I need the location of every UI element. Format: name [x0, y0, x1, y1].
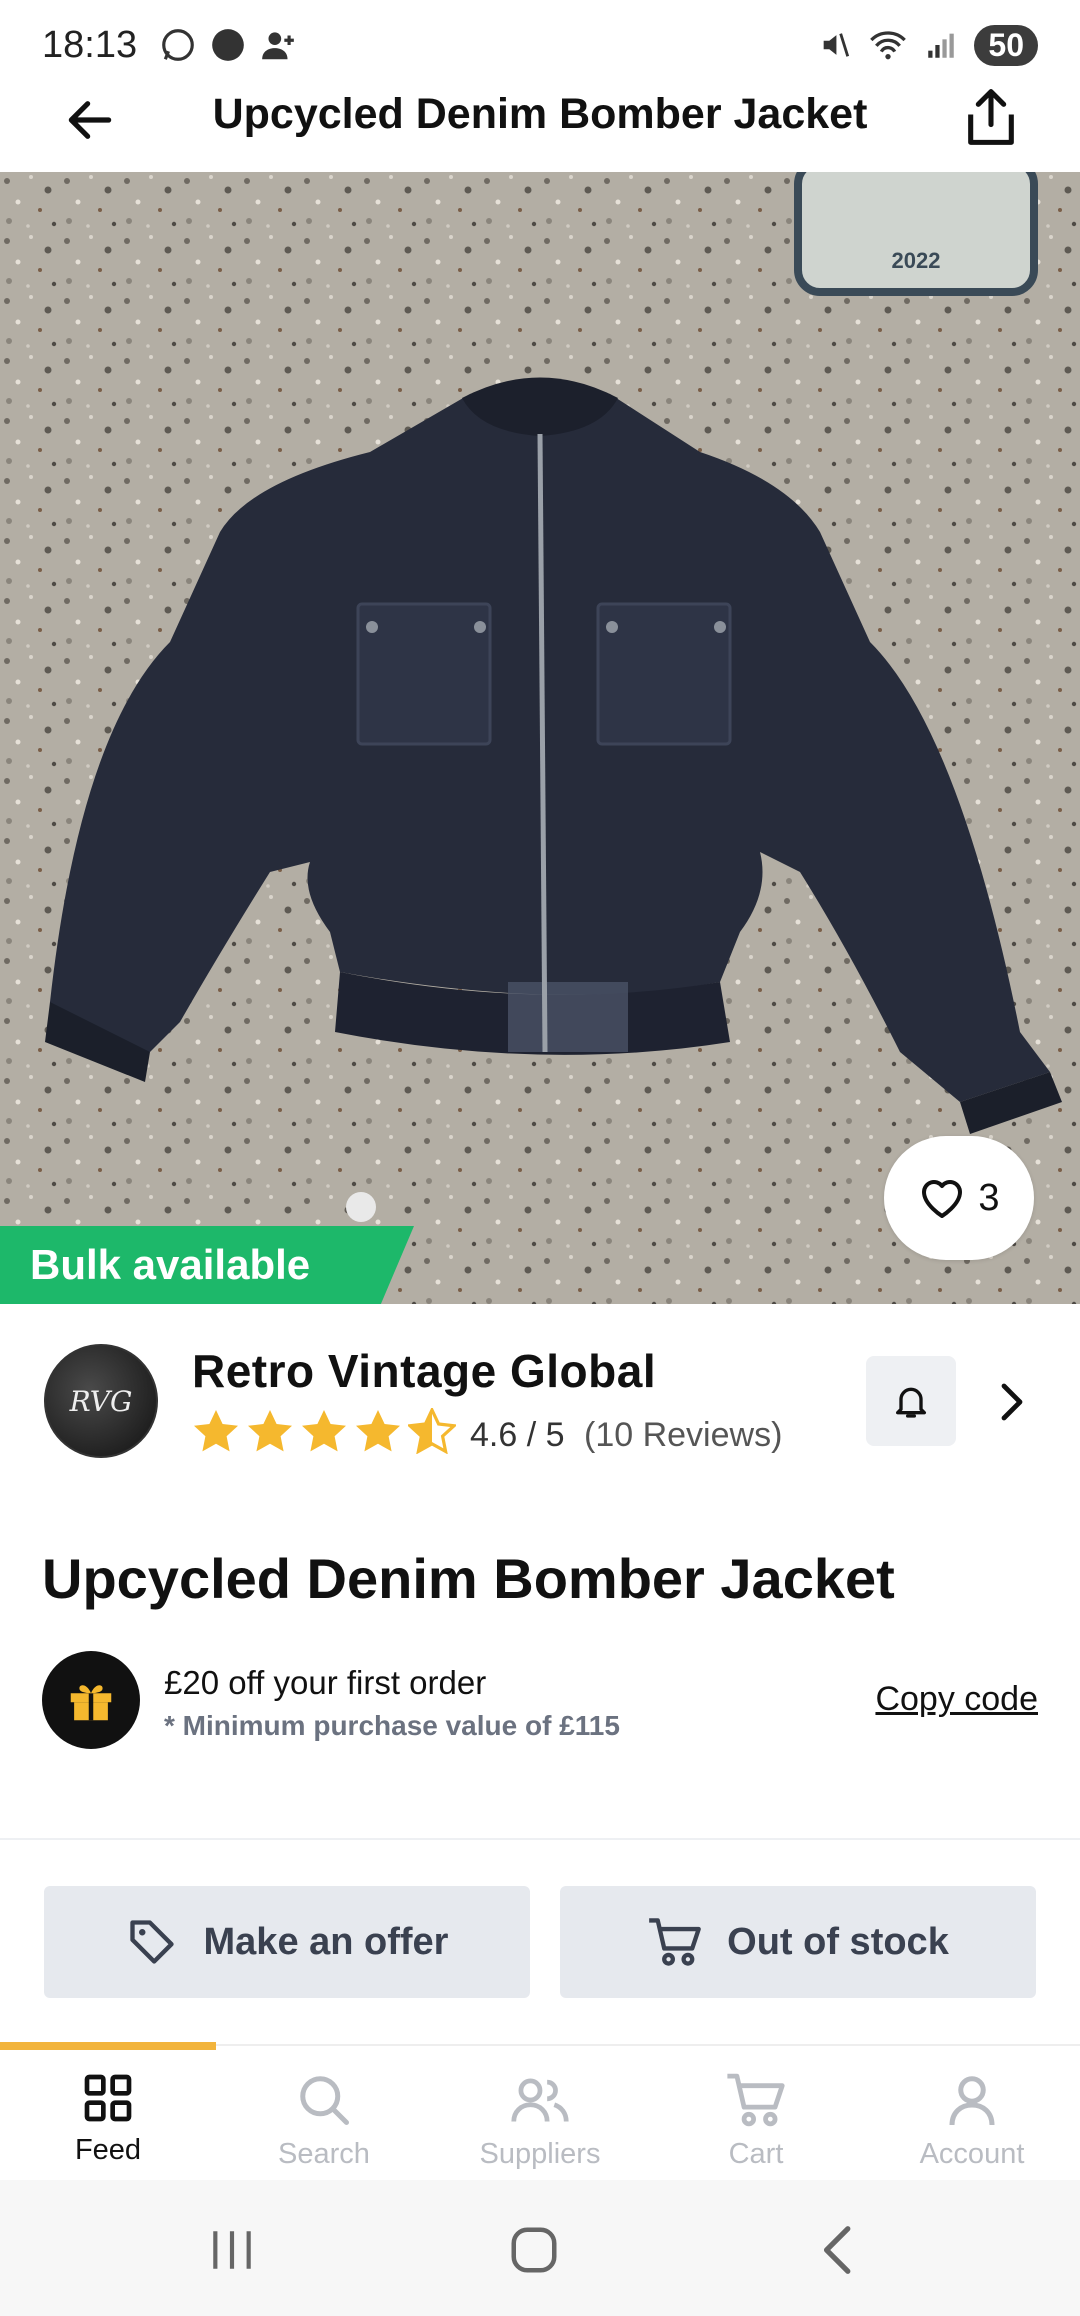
star-full-icon — [356, 1410, 400, 1452]
share-button[interactable] — [948, 74, 1034, 160]
home-button[interactable] — [504, 2220, 564, 2280]
recent-apps-icon — [213, 2231, 251, 2269]
status-right-icons: 50 — [818, 24, 1038, 66]
app-header: Upcycled Denim Bomber Jacket — [0, 70, 1080, 172]
grid-icon — [84, 2074, 132, 2122]
make-offer-button[interactable]: Make an offer — [44, 1886, 530, 1998]
supplier-avatar[interactable]: RVG — [44, 1344, 158, 1458]
like-button[interactable]: 3 — [884, 1136, 1034, 1260]
bulk-available-label: Bulk available — [30, 1241, 311, 1288]
star-full-icon — [248, 1410, 292, 1452]
svg-text:2022: 2022 — [892, 248, 941, 273]
promo-title: £20 off your first order — [164, 1664, 487, 1701]
cart-icon — [727, 2073, 785, 2127]
reviews-count[interactable]: (10 Reviews) — [584, 1416, 782, 1455]
nav-label-suppliers: Suppliers — [479, 2138, 601, 2170]
jacket-photo: 2022 — [0, 172, 1080, 1304]
copy-code-link[interactable]: Copy code — [875, 1680, 1038, 1719]
out-of-stock-button[interactable]: Out of stock — [560, 1886, 1036, 1998]
star-full-icon — [302, 1410, 346, 1452]
battery-indicator: 50 — [974, 24, 1038, 66]
users-icon — [511, 2078, 569, 2122]
supplier-details-button[interactable] — [990, 1376, 1034, 1428]
page-title: Upcycled Denim Bomber Jacket — [212, 90, 868, 138]
signal-icon — [928, 33, 955, 58]
star-full-icon — [194, 1410, 238, 1452]
rating-stars — [192, 1408, 456, 1454]
bulk-available-banner: Bulk available — [0, 1226, 414, 1304]
gift-icon-badge — [42, 1651, 140, 1749]
nav-item-search[interactable]: Search — [216, 2050, 432, 2180]
chevron-left-icon — [823, 2226, 851, 2274]
supplier-row[interactable]: RVG Retro Vintage Global 4.6 / 5 (10 Rev… — [0, 1304, 1080, 1494]
product-image[interactable]: 2022 — [0, 172, 1080, 1304]
nav-label-search: Search — [278, 2138, 370, 2170]
nav-item-cart[interactable]: Cart — [648, 2050, 864, 2180]
bottom-nav: Feed Search Suppliers Cart Account — [0, 2050, 1080, 2180]
search-icon — [300, 2076, 349, 2125]
star-half-icon — [408, 1408, 456, 1454]
nav-item-account[interactable]: Account — [864, 2050, 1080, 2180]
heart-icon — [922, 1180, 963, 1218]
supplier-name[interactable]: Retro Vintage Global — [192, 1344, 656, 1398]
share-icon — [968, 89, 1014, 145]
status-notification-icons — [159, 26, 297, 64]
cart-icon — [649, 1918, 702, 1966]
chevron-right-icon — [1001, 1383, 1023, 1421]
follow-supplier-button[interactable] — [866, 1356, 956, 1446]
rating-value: 4.6 / 5 — [470, 1416, 565, 1454]
nav-label-feed: Feed — [74, 2134, 142, 2166]
bell-icon — [896, 1387, 926, 1418]
carousel-dot-active[interactable] — [346, 1192, 376, 1222]
nav-label-account: Account — [919, 2138, 1025, 2170]
nav-label-cart: Cart — [728, 2138, 784, 2170]
tag-icon — [129, 1920, 174, 1964]
add-contact-icon — [262, 32, 294, 60]
whatsapp-icon — [162, 29, 194, 61]
mute-icon — [824, 33, 850, 57]
section-divider — [0, 1838, 1080, 1840]
record-dot-icon — [212, 29, 244, 61]
gift-icon — [70, 1685, 112, 1721]
system-back-button[interactable] — [806, 2220, 866, 2280]
nav-active-indicator — [0, 2042, 216, 2050]
like-count: 3 — [978, 1176, 1000, 1219]
nav-item-feed[interactable]: Feed — [0, 2050, 216, 2180]
wifi-icon — [870, 31, 907, 60]
status-time: 18:13 — [42, 23, 138, 66]
home-icon — [511, 2227, 557, 2273]
user-icon — [949, 2076, 995, 2126]
out-of-stock-label: Out of stock — [727, 1920, 949, 1963]
system-nav-bar — [0, 2180, 1080, 2316]
product-title: Upcycled Denim Bomber Jacket — [42, 1547, 895, 1610]
recent-apps-button[interactable] — [202, 2220, 262, 2280]
promo-condition: * Minimum purchase value of £115 — [164, 1710, 620, 1741]
nav-item-suppliers[interactable]: Suppliers — [432, 2050, 648, 2180]
make-offer-label: Make an offer — [203, 1920, 449, 1963]
